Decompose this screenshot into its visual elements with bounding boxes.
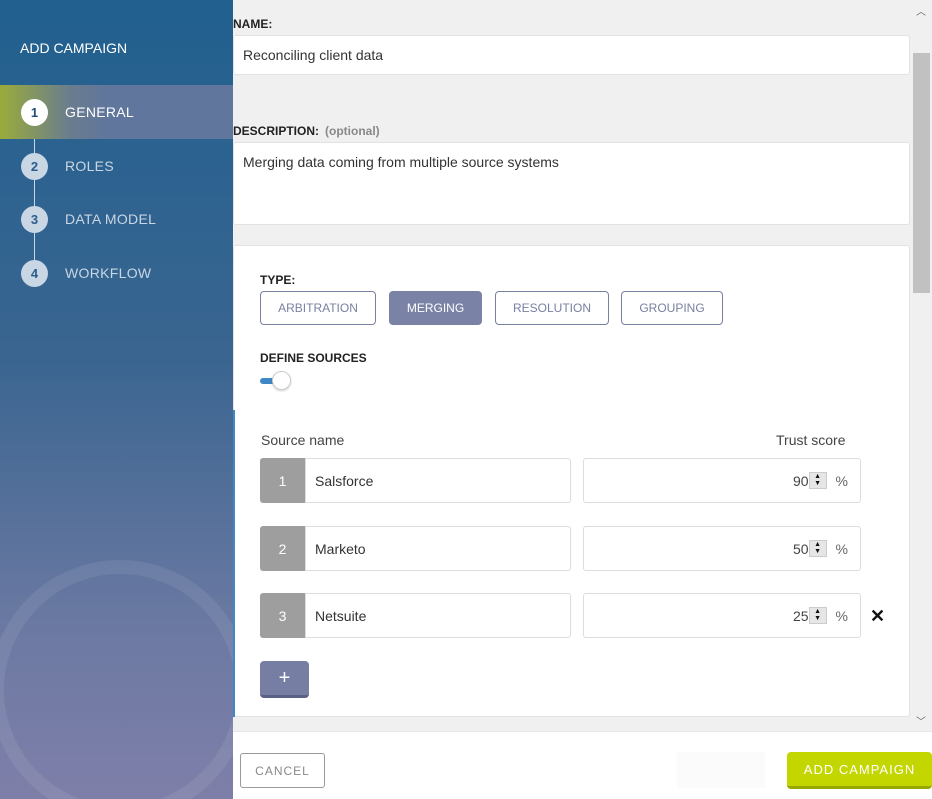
award-decoration: [0, 560, 233, 799]
scroll-up-icon[interactable]: ︿: [916, 3, 926, 18]
form-area: NAME: Reconciling client data DESCRIPTIO…: [233, 0, 911, 731]
step-label: ROLES: [65, 158, 114, 174]
source-name-input[interactable]: Netsuite: [305, 593, 571, 638]
description-label-text: DESCRIPTION:: [233, 124, 320, 138]
source-number: 1: [260, 458, 305, 503]
description-label: DESCRIPTION: (optional): [233, 124, 380, 138]
step-label: GENERAL: [65, 104, 135, 120]
scroll-down-icon[interactable]: ﹀: [916, 713, 926, 728]
trust-score-input[interactable]: 25 ▲ ▼%: [583, 593, 861, 638]
trust-score-header: Trust score: [776, 432, 846, 448]
type-card: TYPE: ARBITRATION MERGING RESOLUTION GRO…: [233, 245, 910, 717]
spinner-icon[interactable]: ▲ ▼: [808, 540, 827, 557]
add-source-button[interactable]: +: [260, 661, 309, 698]
source-name-input[interactable]: Marketo: [305, 526, 571, 571]
source-name-input[interactable]: Salsforce: [305, 458, 571, 503]
trust-score-input[interactable]: 90 ▲ ▼%: [583, 458, 861, 503]
trust-score-input[interactable]: 50 ▲ ▼%: [583, 526, 861, 571]
step-number: 1: [21, 98, 48, 126]
add-campaign-button[interactable]: ADD CAMPAIGN: [787, 752, 932, 789]
source-number: 3: [260, 593, 305, 638]
define-sources-label: DEFINE SOURCES: [260, 351, 367, 365]
percent-sign: %: [835, 607, 848, 624]
score-value: 25: [792, 607, 809, 624]
hidden-button: [677, 752, 765, 788]
sidebar: ADD CAMPAIGN 1 GENERAL 2 ROLES 3 DATA MODEL…: [0, 0, 233, 799]
score-value: 90: [792, 472, 809, 489]
step-label: WORKFLOW: [65, 265, 152, 281]
name-input[interactable]: Reconciling client data: [233, 35, 910, 75]
optional-hint: (optional): [325, 124, 380, 138]
cancel-button[interactable]: CANCEL: [240, 753, 325, 788]
score-value: 50: [792, 540, 809, 557]
define-sources-toggle[interactable]: [260, 371, 291, 391]
step-number: 2: [21, 152, 48, 180]
spinner-icon[interactable]: ▲ ▼: [808, 607, 827, 624]
type-arbitration-button[interactable]: ARBITRATION: [260, 291, 376, 325]
step-label: DATA MODEL: [65, 211, 157, 227]
sidebar-title: ADD CAMPAIGN: [20, 40, 128, 56]
step-number: 4: [21, 259, 48, 287]
remove-source-icon[interactable]: ✕: [870, 606, 885, 627]
percent-sign: %: [835, 540, 848, 557]
scrollbar-thumb[interactable]: [913, 53, 930, 293]
description-textarea[interactable]: Merging data coming from multiple source…: [233, 142, 910, 225]
step-number: 3: [21, 205, 48, 233]
spinner-icon[interactable]: ▲ ▼: [808, 472, 827, 489]
footer: CANCEL ADD CAMPAIGN: [233, 731, 932, 799]
step-general[interactable]: 1 GENERAL: [0, 85, 233, 139]
type-merging-button[interactable]: MERGING: [389, 291, 482, 325]
scrollbar[interactable]: ︿ ﹀: [911, 0, 932, 731]
type-label: TYPE:: [260, 273, 296, 287]
section-accent: [233, 410, 235, 717]
step-data-model[interactable]: 3 DATA MODEL: [0, 192, 233, 246]
source-number: 2: [260, 526, 305, 571]
percent-sign: %: [835, 472, 848, 489]
step-roles[interactable]: 2 ROLES: [0, 139, 233, 193]
type-resolution-button[interactable]: RESOLUTION: [495, 291, 609, 325]
source-name-header: Source name: [261, 432, 345, 448]
name-label: NAME:: [233, 17, 273, 31]
step-workflow[interactable]: 4 WORKFLOW: [0, 246, 233, 300]
type-grouping-button[interactable]: GROUPING: [621, 291, 723, 325]
